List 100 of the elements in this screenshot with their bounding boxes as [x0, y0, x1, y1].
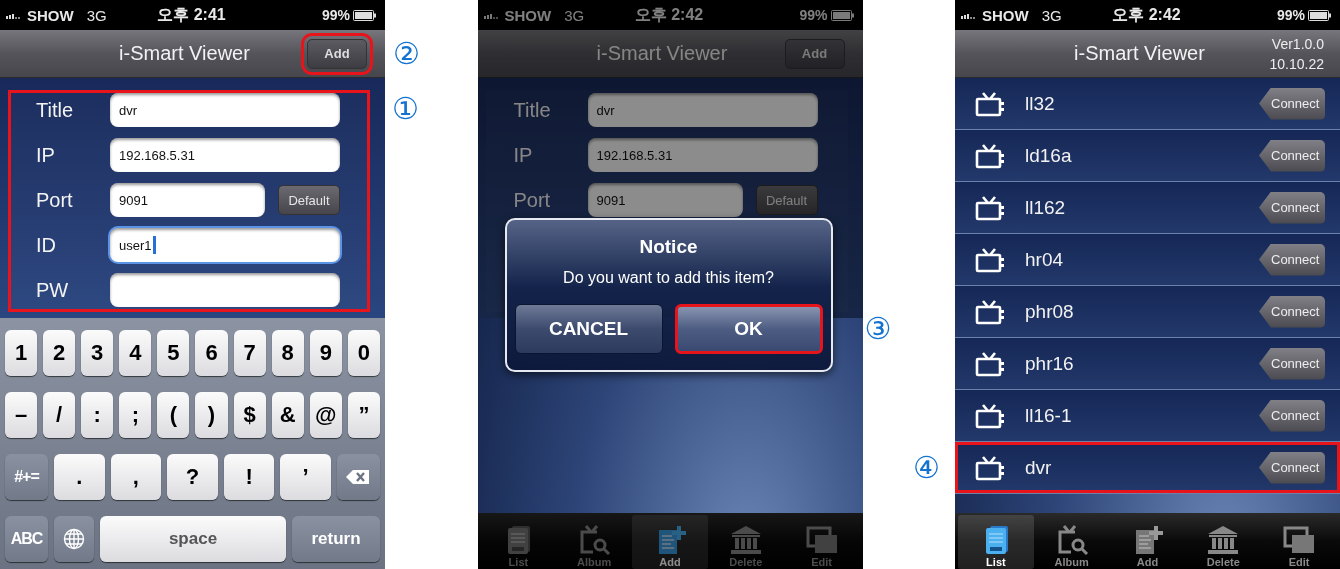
connect-button[interactable]: Connect	[1259, 191, 1325, 224]
callout-number: ③	[864, 314, 892, 344]
key[interactable]: 8	[271, 330, 304, 376]
device-name: hr04	[1025, 248, 1065, 271]
input-field[interactable]	[110, 273, 340, 307]
input-field[interactable]: user1	[110, 228, 340, 262]
key[interactable]: ,	[110, 454, 162, 500]
key[interactable]: –	[5, 392, 38, 438]
callout-number: ②	[393, 38, 420, 69]
connect-button[interactable]: Connect	[1259, 243, 1325, 276]
input-field[interactable]: 192.168.5.31	[587, 138, 818, 172]
delete-key[interactable]	[336, 454, 380, 500]
connect-button[interactable]: Connect	[1259, 347, 1325, 380]
key[interactable]: .	[54, 454, 105, 500]
return-key[interactable]: return	[292, 516, 380, 562]
device-row[interactable]: ll162 Connect	[955, 182, 1340, 234]
battery-icon	[353, 9, 377, 21]
tv-icon	[975, 142, 1005, 169]
clock: 오후 2:42	[634, 4, 704, 25]
device-row[interactable]: ll16-1 Connect	[955, 390, 1340, 442]
key[interactable]: @	[309, 392, 342, 438]
device-row[interactable]: hr04 Connect	[955, 234, 1340, 286]
key[interactable]: ?	[167, 454, 218, 500]
key[interactable]: :	[81, 392, 114, 438]
carrier-name: SHOW	[982, 6, 1029, 24]
device-row[interactable]: phr16 Connect	[955, 338, 1340, 390]
alert-title: Notice	[639, 236, 698, 258]
columns-building-icon	[1206, 525, 1241, 555]
key[interactable]: ;	[119, 392, 152, 438]
tv-icon	[975, 454, 1005, 481]
windows-icon	[1282, 525, 1317, 555]
key[interactable]: &	[271, 392, 304, 438]
app-title: i-Smart Viewer	[1074, 42, 1205, 65]
alert-message: Do you want to add this item?	[563, 269, 774, 287]
input-field[interactable]: dvr	[587, 93, 818, 127]
key[interactable]: $	[233, 392, 266, 438]
tv-icon	[975, 194, 1005, 221]
key[interactable]: 2	[43, 330, 76, 376]
device-row[interactable]: ll32 Connect	[955, 78, 1340, 130]
field-label: PW	[35, 278, 70, 302]
key[interactable]: )	[195, 392, 228, 438]
device-name: phr08	[1025, 300, 1075, 323]
callout-number: ④	[913, 452, 940, 483]
battery-percent: 99%	[1276, 7, 1305, 23]
tv-icon	[975, 246, 1005, 273]
app-title: i-Smart Viewer	[596, 42, 728, 65]
key[interactable]: 7	[233, 330, 266, 376]
key[interactable]: (	[157, 392, 190, 438]
connect-button[interactable]: Connect	[1259, 295, 1325, 328]
key[interactable]: 4	[119, 330, 152, 376]
key[interactable]: 1	[5, 330, 38, 376]
default-button[interactable]: Default	[278, 185, 340, 215]
device-name: ll162	[1025, 196, 1067, 219]
connect-button[interactable]: Connect	[1259, 139, 1325, 172]
key[interactable]: 5	[157, 330, 190, 376]
tab[interactable]: List	[958, 515, 1034, 569]
connect-button[interactable]: Connect	[1259, 451, 1325, 484]
key[interactable]: !	[223, 454, 275, 500]
backspace-icon	[346, 469, 371, 485]
tab[interactable]: Add	[632, 515, 708, 569]
input-field[interactable]: dvr	[110, 93, 340, 127]
key[interactable]: 6	[195, 330, 228, 376]
field-label: ID	[35, 233, 57, 257]
battery-icon	[830, 9, 855, 21]
key[interactable]: ’	[280, 454, 331, 500]
tv-icon	[975, 298, 1005, 325]
device-row[interactable]: phr08 Connect	[955, 286, 1340, 338]
dialog-button[interactable]: OK	[674, 304, 823, 354]
key[interactable]: ABC	[5, 516, 48, 562]
field-label: IP	[35, 143, 56, 167]
field-label: IP	[512, 143, 534, 167]
carrier-name: SHOW	[504, 6, 552, 24]
device-row[interactable]: ld16a Connect	[955, 130, 1340, 182]
key[interactable]: /	[43, 392, 76, 438]
input-field[interactable]: 9091	[587, 183, 743, 217]
windows-icon	[804, 525, 839, 555]
key[interactable]: ”	[347, 392, 380, 438]
tab[interactable]: Delete	[1185, 515, 1262, 569]
columns-building-icon	[728, 525, 763, 555]
input-field[interactable]: 9091	[110, 183, 265, 217]
globe-key[interactable]	[54, 516, 94, 562]
connect-button[interactable]: Connect	[1259, 399, 1325, 432]
input-field[interactable]: 192.168.5.31	[110, 138, 340, 172]
field-label: Title	[35, 98, 75, 122]
tab[interactable]: Album	[1033, 515, 1110, 569]
battery-percent: 99%	[321, 7, 350, 23]
key[interactable]: #+=	[5, 454, 48, 500]
connect-button[interactable]: Connect	[1259, 87, 1325, 120]
carrier-name: SHOW	[27, 6, 74, 24]
clock: 오후 2:41	[157, 4, 226, 25]
network-type: 3G	[1041, 6, 1062, 24]
network-type: 3G	[564, 6, 585, 24]
key[interactable]: 3	[81, 330, 114, 376]
key[interactable]: 9	[309, 330, 342, 376]
tab[interactable]: Edit	[1261, 515, 1337, 569]
key[interactable]: 0	[347, 330, 380, 376]
device-name: ld16a	[1025, 144, 1073, 167]
space-key[interactable]: space	[100, 516, 286, 562]
tab[interactable]: Add	[1109, 515, 1186, 569]
dialog-button[interactable]: CANCEL	[514, 304, 663, 354]
